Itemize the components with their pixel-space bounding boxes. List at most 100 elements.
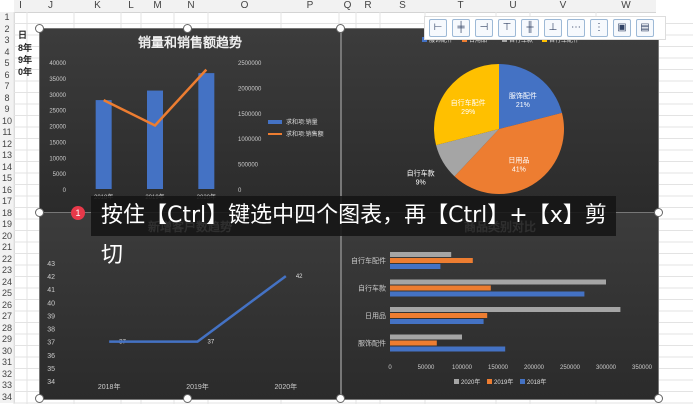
resize-handle[interactable] xyxy=(336,24,345,33)
align-top-icon[interactable]: ⊤ xyxy=(498,19,516,37)
category-compare-chart[interactable]: 商品类别对比0500001000001500002000002500003000… xyxy=(341,212,659,400)
slice-label: 日用品 xyxy=(508,157,529,165)
align-toolbar: ⊢ ╪ ⊣ ⊤ ╫ ⊥ ⋯ ⋮ ▣ ▤ xyxy=(424,16,666,40)
bar xyxy=(95,100,112,189)
y-tick-label: 服饰配件 xyxy=(358,339,386,348)
y-tick-label: 0 xyxy=(63,188,67,194)
slice-label: 服饰配件 xyxy=(509,91,537,100)
sales-trend-chart[interactable]: 销量和销售额趋势 40000 35000 30000 25000 20000 15000 10… xyxy=(39,28,341,213)
bar xyxy=(390,279,606,285)
resize-handle[interactable] xyxy=(35,208,44,217)
y-tick-label: 自行车配件 xyxy=(351,256,386,265)
y-tick-label: 40 xyxy=(47,300,55,307)
cell-text[interactable]: 日 xyxy=(18,28,27,41)
resize-handle[interactable] xyxy=(654,394,663,403)
series-line xyxy=(109,275,287,343)
x-tick-label: 50000 xyxy=(418,365,435,371)
legend-label: 求和项:销售额 xyxy=(286,130,324,138)
x-tick-label: 2020年 xyxy=(275,382,298,391)
chart-title: 销量和销售额趋势 xyxy=(138,35,242,50)
bar xyxy=(390,258,473,263)
y-tick-label: 43 xyxy=(47,261,55,268)
bar xyxy=(390,252,452,257)
cell-text[interactable]: 0年 xyxy=(18,65,32,78)
resize-handle[interactable] xyxy=(183,394,192,403)
x-tick-label: 350000 xyxy=(632,365,653,371)
x-tick-label: 100000 xyxy=(452,365,473,371)
y-tick-label: 39 xyxy=(47,313,55,320)
align-center-icon[interactable]: ╪ xyxy=(452,19,470,37)
y-tick-label: 42 xyxy=(47,274,55,281)
y-tick-label: 41 xyxy=(47,287,55,294)
slice-label: 自行车款 xyxy=(407,168,435,177)
group-icon[interactable]: ▣ xyxy=(613,19,631,37)
bar xyxy=(390,264,441,269)
bar xyxy=(390,307,621,312)
bar xyxy=(390,340,437,346)
data-label: 37 xyxy=(208,340,215,346)
align-left-icon[interactable]: ⊢ xyxy=(429,19,447,37)
y2-tick-label: 2000000 xyxy=(238,86,262,92)
bar xyxy=(390,291,585,297)
y-tick-label: 25000 xyxy=(49,109,66,115)
bar xyxy=(390,285,491,291)
y-tick-label: 15000 xyxy=(49,140,66,146)
align-middle-icon[interactable]: ╫ xyxy=(521,19,539,37)
resize-handle[interactable] xyxy=(183,24,192,33)
bar xyxy=(390,313,488,318)
slice-percent: 21% xyxy=(516,102,530,109)
y2-tick-label: 2500000 xyxy=(238,61,262,67)
new-customers-plot: 新增客户数趋势434241403938373635342018年372019年3… xyxy=(47,219,303,391)
y-tick-label: 10000 xyxy=(49,156,66,162)
instruction-caption: 按住【Ctrl】键选中四个图表，再【Ctrl】+【x】剪切 xyxy=(91,196,616,268)
legend-label: 求和项:销量 xyxy=(286,118,318,126)
x-tick-label: 2019年 xyxy=(186,382,209,391)
category-pie-plot: 服饰配件 日用品 自行车款 自行车配件服饰配件21%日用品41%自行车款9%自行车配件… xyxy=(407,36,579,194)
resize-handle[interactable] xyxy=(654,208,663,217)
resize-handle[interactable] xyxy=(35,394,44,403)
y-tick-label: 自行车款 xyxy=(358,284,386,293)
y2-tick-label: 0 xyxy=(238,188,242,194)
resize-handle[interactable] xyxy=(336,394,345,403)
y-tick-label: 20000 xyxy=(49,125,66,131)
y2-tick-label: 500000 xyxy=(238,163,259,169)
slice-percent: 29% xyxy=(461,109,475,116)
resize-handle[interactable] xyxy=(35,24,44,33)
legend-swatch xyxy=(268,120,282,124)
distribute-vertical-icon[interactable]: ⋮ xyxy=(590,19,608,37)
legend-swatch xyxy=(520,379,525,384)
x-tick-label: 0 xyxy=(388,365,392,371)
bar xyxy=(147,90,163,189)
y-tick-label: 38 xyxy=(47,327,55,334)
new-customers-chart[interactable]: 新增客户数趋势434241403938373635342018年372019年3… xyxy=(39,212,341,400)
x-tick-label: 300000 xyxy=(596,365,617,371)
legend-label: 2019年 xyxy=(494,378,513,386)
y-tick-label: 34 xyxy=(47,379,55,386)
bar xyxy=(390,334,462,340)
category-pie-chart[interactable]: 服饰配件 日用品 自行车款 自行车配件 服饰配件 21% 日用品 41% 自行车款 9% 自行车配件… xyxy=(341,28,659,213)
x-tick-label: 150000 xyxy=(488,365,509,371)
legend-swatch xyxy=(454,379,459,384)
y2-tick-label: 1500000 xyxy=(238,112,262,118)
distribute-horizontal-icon[interactable]: ⋯ xyxy=(567,19,585,37)
bar xyxy=(390,346,506,352)
bar xyxy=(390,319,484,324)
y2-tick-label: 1000000 xyxy=(238,137,262,143)
x-tick-label: 250000 xyxy=(560,365,581,371)
category-compare-plot: 商品类别对比0500001000001500002000002500003000… xyxy=(351,219,653,386)
y-tick-label: 40000 xyxy=(49,61,66,67)
y-tick-label: 35000 xyxy=(49,77,66,83)
step-badge: 1 xyxy=(71,206,85,220)
more-icon[interactable]: ▤ xyxy=(636,19,654,37)
align-right-icon[interactable]: ⊣ xyxy=(475,19,493,37)
slice-percent: 41% xyxy=(512,167,526,174)
y-tick-label: 36 xyxy=(47,353,55,360)
legend-label: 2018年 xyxy=(527,378,546,386)
y-tick-label: 日用品 xyxy=(365,312,386,320)
align-bottom-icon[interactable]: ⊥ xyxy=(544,19,562,37)
slice-percent: 9% xyxy=(416,179,426,186)
sales-trend-plot: 销量和销售额趋势 40000 35000 30000 25000 20000 15000 10… xyxy=(49,35,324,201)
bar xyxy=(198,73,215,189)
slice-label: 自行车配件 xyxy=(451,98,486,107)
x-tick-label: 2018年 xyxy=(98,382,121,391)
